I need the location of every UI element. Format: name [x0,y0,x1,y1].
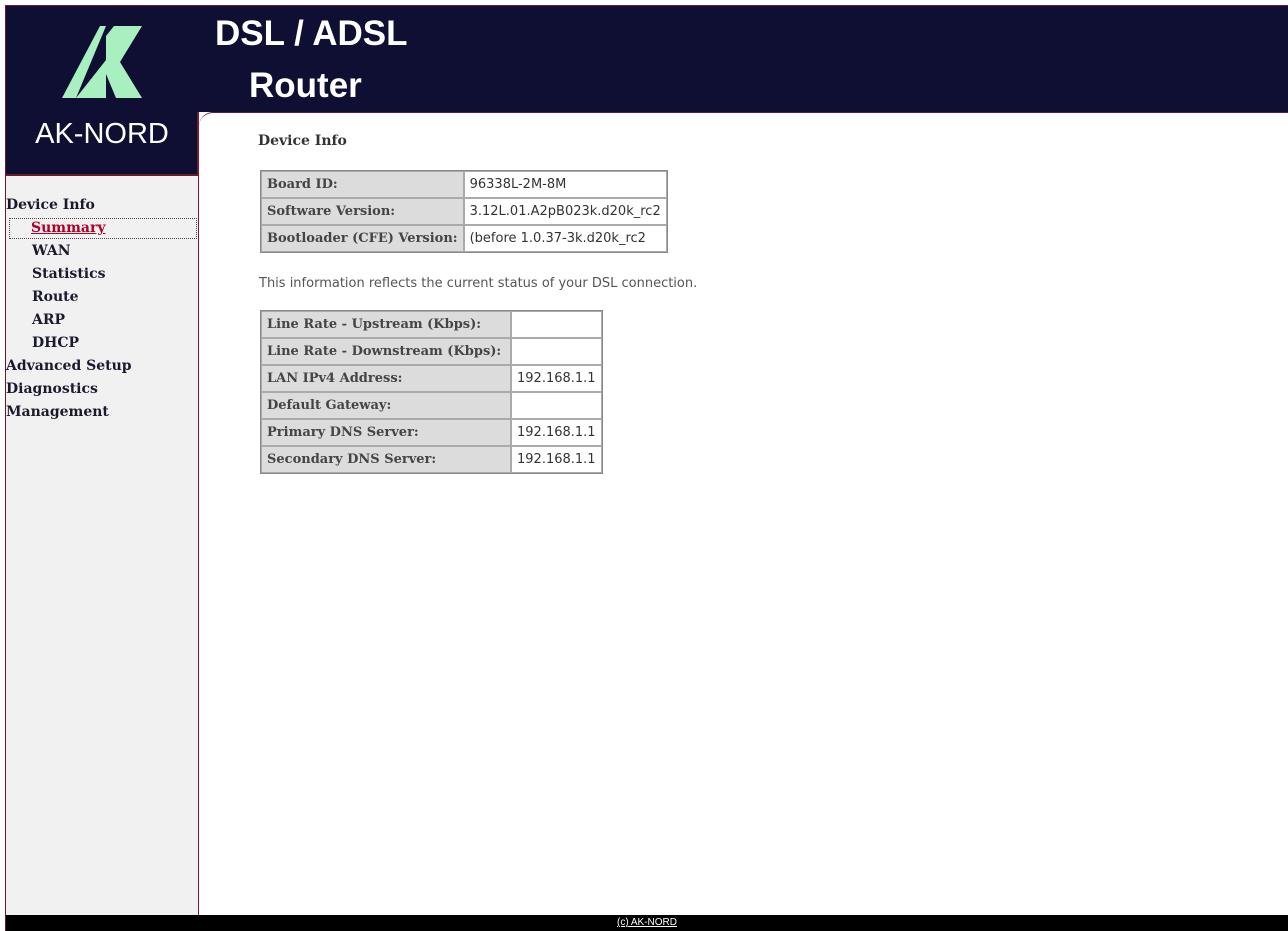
software-version-label: Software Version: [261,198,464,225]
page-title: Device Info [258,133,347,149]
sidebar-item-dhcp[interactable]: DHCP [6,332,198,355]
product-title-line2: Router [249,66,362,105]
table-row: Line Rate - Upstream (Kbps): [261,311,602,338]
bootloader-version-value: (before 1.0.37-3k.d20k_rc2 [463,225,667,252]
status-note: This information reflects the current st… [259,276,698,291]
logo-block: AK-NORD [6,6,198,174]
device-info-table: Board ID: 96338L-2M-8M Software Version:… [260,170,668,253]
table-row: Software Version: 3.12L.01.A2pB023k.d20k… [261,198,667,225]
sidebar-item-advanced-setup[interactable]: Advanced Setup [6,355,198,378]
product-title-line1: DSL / ADSL [215,14,408,53]
header-bar [6,6,1288,112]
board-id-value: 96338L-2M-8M [463,171,667,198]
sidebar-item-arp[interactable]: ARP [6,309,198,332]
lan-ipv4-value: 192.168.1.1 [511,365,602,392]
downstream-rate-value [511,338,602,365]
downstream-rate-label: Line Rate - Downstream (Kbps): [261,338,511,365]
sidebar-item-management[interactable]: Management [6,401,198,424]
footer: (c) AK-NORD [6,915,1288,931]
table-row: Line Rate - Downstream (Kbps): [261,338,602,365]
software-version-value: 3.12L.01.A2pB023k.d20k_rc2 [463,198,667,225]
sidebar: Device Info Summary WAN Statistics Route… [6,174,198,915]
sidebar-item-diagnostics[interactable]: Diagnostics [6,378,198,401]
table-row: Primary DNS Server: 192.168.1.1 [261,419,602,446]
table-row: Secondary DNS Server: 192.168.1.1 [261,446,602,473]
secondary-dns-value: 192.168.1.1 [511,446,602,473]
table-row: Bootloader (CFE) Version: (before 1.0.37… [261,225,667,252]
sidebar-item-wan[interactable]: WAN [6,240,198,263]
lan-ipv4-label: LAN IPv4 Address: [261,365,511,392]
upstream-rate-label: Line Rate - Upstream (Kbps): [261,311,511,338]
secondary-dns-label: Secondary DNS Server: [261,446,511,473]
ak-logo-icon [62,26,142,98]
default-gateway-label: Default Gateway: [261,392,511,419]
copyright-link[interactable]: (c) AK-NORD [617,917,677,928]
board-id-label: Board ID: [261,171,464,198]
sidebar-nav: Device Info Summary WAN Statistics Route… [6,194,198,424]
primary-dns-label: Primary DNS Server: [261,419,511,446]
sidebar-item-statistics[interactable]: Statistics [6,263,198,286]
upstream-rate-value [511,311,602,338]
connection-status-table: Line Rate - Upstream (Kbps): Line Rate -… [260,310,603,474]
table-row: LAN IPv4 Address: 192.168.1.1 [261,365,602,392]
bootloader-version-label: Bootloader (CFE) Version: [261,225,464,252]
primary-dns-value: 192.168.1.1 [511,419,602,446]
default-gateway-value [511,392,602,419]
sidebar-item-route[interactable]: Route [6,286,198,309]
table-row: Board ID: 96338L-2M-8M [261,171,667,198]
sidebar-item-summary[interactable]: Summary [8,217,198,240]
brand-name: AK-NORD [35,118,169,150]
table-row: Default Gateway: [261,392,602,419]
sidebar-item-device-info[interactable]: Device Info [6,194,198,217]
